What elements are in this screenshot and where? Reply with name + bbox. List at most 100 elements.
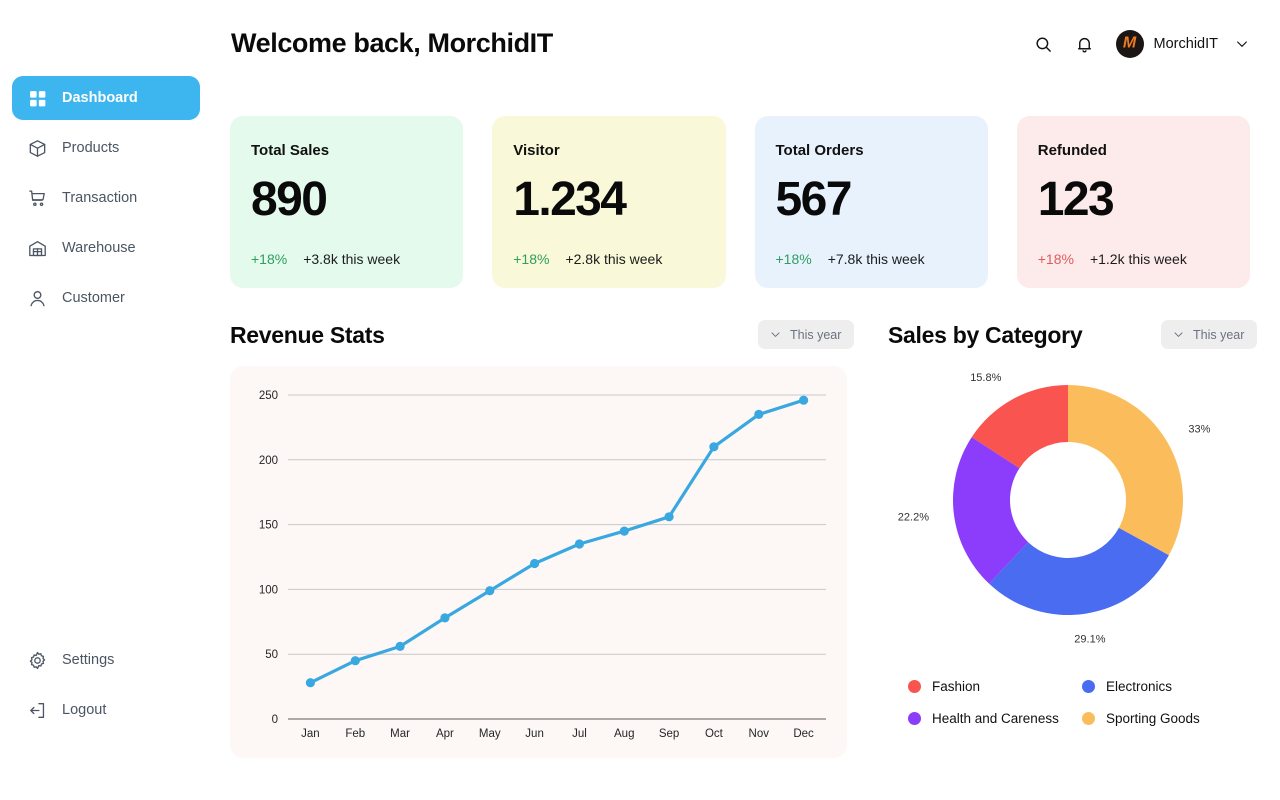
- bell-icon[interactable]: [1073, 32, 1097, 56]
- stat-card-delta: +18%: [513, 251, 550, 267]
- stat-card-footer: +18% +1.2k this week: [1038, 251, 1187, 267]
- sidebar-item-logout[interactable]: Logout: [12, 688, 200, 732]
- avatar-monogram: M: [1122, 34, 1137, 52]
- y-axis-tick-label: 0: [272, 714, 278, 726]
- data-point: [754, 409, 764, 419]
- donut-slice: [1068, 385, 1183, 556]
- stat-card: Visitor 1.234 +18% +2.8k this week: [492, 116, 726, 288]
- data-point: [799, 395, 809, 405]
- stat-card-footer: +18% +7.8k this week: [776, 251, 925, 267]
- y-axis-tick-label: 100: [259, 584, 278, 596]
- data-point: [709, 442, 719, 452]
- page-title: Welcome back, MorchidIT: [231, 28, 553, 58]
- donut-slice-label: 15.8%: [970, 372, 1001, 384]
- x-axis-tick-label: Nov: [749, 728, 770, 740]
- stat-card-subtext: +1.2k this week: [1089, 251, 1187, 267]
- donut-slice-label: 22.2%: [898, 511, 929, 523]
- stat-card-value: 1.234: [513, 173, 627, 226]
- sidebar-nav-secondary: Settings Logout: [0, 638, 212, 738]
- stat-card-value: 123: [1037, 173, 1115, 226]
- warehouse-icon: [26, 237, 48, 259]
- stat-card: Total Sales 890 +18% +3.8k this week: [230, 116, 464, 288]
- donut-slice-label: 29.1%: [1074, 633, 1105, 645]
- category-legend: Fashion Electronics Health and Careness Spo…: [908, 679, 1248, 726]
- revenue-period-select[interactable]: This year: [758, 320, 855, 349]
- legend-color-swatch: [1082, 680, 1095, 693]
- box-icon: [26, 137, 48, 159]
- sidebar-item-customer[interactable]: Customer: [12, 276, 200, 320]
- search-icon[interactable]: [1032, 32, 1056, 56]
- sidebar: Dashboard Products Transaction Warehouse: [0, 0, 212, 800]
- data-point: [530, 558, 540, 569]
- legend-label: Sporting Goods: [1106, 711, 1200, 726]
- legend-color-swatch: [908, 680, 921, 693]
- logout-icon: [26, 699, 48, 721]
- stat-card-value: 567: [775, 173, 853, 226]
- data-point: [440, 613, 450, 623]
- data-point: [305, 678, 315, 688]
- sidebar-item-label: Transaction: [62, 190, 138, 206]
- x-axis-tick-label: Mar: [390, 728, 410, 740]
- sidebar-item-products[interactable]: Products: [12, 126, 200, 170]
- stat-card-delta: +18%: [775, 251, 812, 267]
- sales-by-category-title: Sales by Category: [888, 322, 1083, 348]
- sidebar-item-label: Settings: [62, 652, 115, 668]
- category-period-label: This year: [1193, 327, 1245, 342]
- legend-label: Fashion: [932, 679, 981, 694]
- sidebar-item-settings[interactable]: Settings: [12, 638, 200, 682]
- dashboard-page: Dashboard Products Transaction Warehouse: [0, 0, 1280, 800]
- x-axis-tick-label: Feb: [345, 728, 365, 740]
- sidebar-item-label: Customer: [62, 290, 125, 306]
- profile-menu[interactable]: M MorchidIT: [1115, 30, 1250, 58]
- sidebar-item-transaction[interactable]: Transaction: [12, 176, 200, 220]
- stat-card-title: Total Sales: [251, 142, 330, 159]
- sidebar-nav-primary: Dashboard Products Transaction Warehouse: [0, 76, 212, 326]
- user-icon: [26, 287, 48, 309]
- x-axis-tick-label: Sep: [659, 728, 679, 740]
- sales-donut-chart: 33% 29.1% 22.2% 15.8%: [898, 372, 1211, 645]
- stat-card-title: Visitor: [513, 142, 560, 159]
- revenue-period-label: This year: [790, 327, 842, 342]
- stat-card-delta: +18%: [251, 251, 288, 267]
- x-axis-tick-label: Dec: [793, 728, 814, 740]
- y-axis-tick-label: 250: [259, 390, 278, 402]
- y-axis-tick-label: 50: [265, 649, 278, 661]
- gear-icon: [26, 649, 48, 671]
- chevron-down-icon: [771, 332, 780, 337]
- revenue-chart-panel: 0 50 100 150 200 250 Jan Feb Mar Apr May Jun Jul Aug S…: [230, 366, 847, 758]
- sidebar-item-label: Dashboard: [62, 90, 138, 106]
- data-point: [395, 641, 405, 651]
- grid-icon: [26, 87, 48, 109]
- stat-card: Total Orders 567 +18% +7.8k this week: [754, 116, 988, 288]
- category-period-select[interactable]: This year: [1161, 320, 1258, 349]
- stat-card-subtext: +2.8k this week: [565, 251, 663, 267]
- sidebar-item-dashboard[interactable]: Dashboard: [12, 76, 200, 120]
- legend-item[interactable]: Electronics: [1082, 679, 1248, 694]
- x-axis-tick-label: Jun: [525, 728, 544, 740]
- x-axis-tick-label: May: [479, 728, 501, 740]
- stat-card-title: Total Orders: [775, 142, 864, 159]
- chevron-down-icon[interactable]: [1234, 36, 1250, 52]
- stat-card-subtext: +3.8k this week: [303, 251, 401, 267]
- cart-icon: [26, 187, 48, 209]
- x-axis-tick-label: Apr: [436, 728, 454, 740]
- revenue-line: [308, 398, 806, 685]
- data-point: [574, 539, 584, 549]
- category-chart-panel: 33% 29.1% 22.2% 15.8% Fashion Electronics Hea…: [880, 366, 1260, 758]
- sidebar-item-label: Logout: [62, 702, 107, 718]
- legend-item[interactable]: Sporting Goods: [1082, 711, 1248, 726]
- stat-cards: Total Sales 890 +18% +3.8k this week Visitor…: [230, 116, 1250, 288]
- profile-name: MorchidIT: [1153, 36, 1218, 52]
- x-axis-tick-label: Aug: [614, 728, 634, 740]
- legend-item[interactable]: Health and Careness: [908, 711, 1074, 726]
- y-axis-tick-label: 150: [259, 520, 278, 532]
- sidebar-item-warehouse[interactable]: Warehouse: [12, 226, 200, 270]
- stat-card-title: Refunded: [1037, 142, 1107, 159]
- legend-item[interactable]: Fashion: [908, 679, 1074, 694]
- x-axis-tick-label: Jan: [301, 728, 320, 740]
- legend-color-swatch: [1082, 712, 1095, 725]
- sidebar-item-label: Warehouse: [62, 240, 136, 256]
- x-axis-tick-label: Jul: [572, 728, 587, 740]
- data-point: [619, 526, 629, 536]
- legend-label: Health and Careness: [932, 711, 1059, 726]
